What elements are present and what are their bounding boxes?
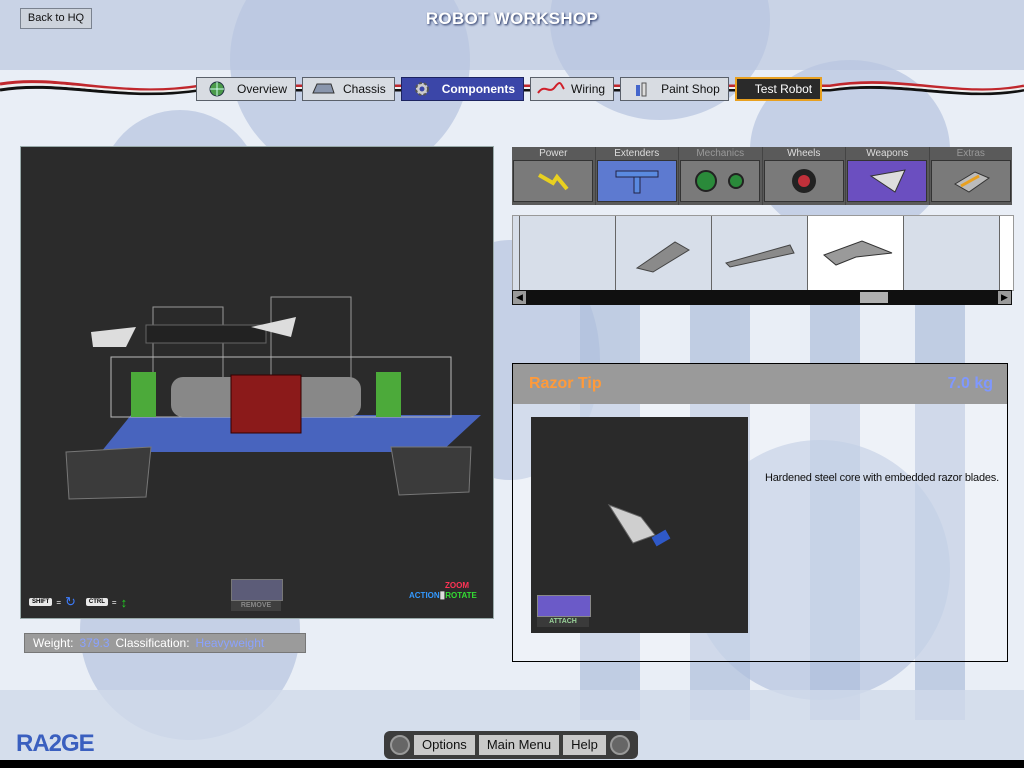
- weight-value: 379.3: [79, 636, 110, 650]
- attach-button[interactable]: ATTACH: [537, 595, 591, 627]
- bottom-strip: [0, 760, 1024, 768]
- weight-label: Weight:: [33, 636, 74, 650]
- lightning-icon: [513, 160, 594, 202]
- shift-eq: =: [56, 597, 62, 607]
- category-weapons-label: Weapons: [866, 148, 909, 159]
- part-name: Razor Tip: [529, 375, 602, 392]
- zoom-label: ZOOM: [445, 581, 469, 590]
- parts-scrollbar[interactable]: ◀ ▶: [512, 290, 1012, 305]
- robot-3d-viewport[interactable]: SHIFT = ↻ CTRL = ↕ REMOVE ZOOM ACTION▮RO…: [20, 146, 494, 619]
- tab-chassis-label: Chassis: [343, 82, 386, 96]
- part-razor-tip[interactable]: [808, 216, 904, 290]
- category-extras-label: Extras: [956, 148, 985, 159]
- help-button[interactable]: Help: [563, 735, 606, 755]
- part-cone-spike[interactable]: [616, 216, 712, 290]
- blade-icon: [847, 160, 928, 202]
- scroll-left-icon[interactable]: ◀: [513, 291, 526, 304]
- vertical-arrow-icon: ↕: [120, 594, 128, 610]
- tab-paint-shop-label: Paint Shop: [661, 82, 720, 96]
- bottom-menu: Options Main Menu Help: [384, 731, 638, 759]
- tab-test-robot[interactable]: Test Robot: [734, 77, 823, 101]
- category-extenders-label: Extenders: [614, 148, 660, 159]
- extras-plate-icon: [930, 160, 1011, 202]
- control-hints: SHIFT = ↻ CTRL = ↕: [29, 594, 127, 610]
- category-weapons[interactable]: Weapons: [846, 147, 930, 205]
- category-power-label: Power: [539, 148, 568, 159]
- tab-chassis[interactable]: Chassis: [302, 77, 395, 101]
- ctrl-key: CTRL: [85, 598, 108, 606]
- tab-overview-label: Overview: [237, 82, 288, 96]
- tab-overview[interactable]: Overview: [196, 77, 297, 101]
- part-slot-empty[interactable]: [904, 216, 1000, 290]
- weight-status-bar: Weight: 379.3 Classification: Heavyweigh…: [24, 633, 306, 653]
- tab-wiring[interactable]: Wiring: [530, 77, 615, 101]
- mouse-legend: ZOOM ACTION▮ROTATE: [409, 581, 477, 601]
- globe-icon: [203, 80, 231, 98]
- category-mechanics[interactable]: Mechanics: [679, 147, 763, 205]
- category-mechanics-label: Mechanics: [696, 148, 745, 159]
- wheel-icon: [763, 160, 844, 202]
- scroll-thumb[interactable]: [860, 292, 888, 303]
- extender-icon: [596, 160, 677, 202]
- detail-header: Razor Tip 7.0 kg: [513, 364, 1007, 404]
- category-wheels[interactable]: Wheels: [763, 147, 846, 205]
- chassis-icon: [309, 80, 337, 98]
- category-extenders[interactable]: Extenders: [596, 147, 679, 205]
- tab-paint-shop[interactable]: Paint Shop: [620, 77, 729, 101]
- page-title: ROBOT WORKSHOP: [425, 9, 599, 28]
- category-extras[interactable]: Extras: [930, 147, 1013, 205]
- hazard-icon: [743, 80, 751, 98]
- workshop-nav: Overview Chassis Components Wiring Paint…: [196, 77, 823, 101]
- remove-button[interactable]: REMOVE: [231, 579, 283, 611]
- part-slot-empty[interactable]: [520, 216, 616, 290]
- component-categories: Power Extenders Mechanics Wheels Weapons…: [512, 147, 1012, 205]
- action-label: ACTION: [409, 591, 440, 600]
- part-weight: 7.0 kg: [947, 375, 993, 392]
- scroll-right-icon[interactable]: ▶: [998, 291, 1011, 304]
- wrench-icon: [537, 595, 591, 617]
- gear-icon: [609, 735, 630, 755]
- options-button[interactable]: Options: [414, 735, 475, 755]
- paint-icon: [627, 80, 655, 98]
- shift-key: SHIFT: [29, 598, 53, 606]
- gear-icon: [390, 735, 410, 755]
- tab-wiring-label: Wiring: [571, 82, 606, 96]
- robot-model: [65, 296, 481, 500]
- category-wheels-label: Wheels: [787, 148, 821, 159]
- gear-icon: [408, 80, 436, 98]
- part-slot: [513, 216, 520, 290]
- classification-label: Classification:: [115, 636, 190, 650]
- part-preview: ATTACH: [531, 417, 748, 633]
- tab-test-robot-label: Test Robot: [754, 82, 813, 96]
- rotate-icon: ↻: [65, 594, 76, 609]
- chain-gear-icon: [680, 160, 761, 202]
- parts-list: [512, 215, 1014, 291]
- wire-icon: [537, 80, 565, 98]
- classification-value: Heavyweight: [195, 636, 265, 650]
- category-power[interactable]: Power: [512, 147, 596, 205]
- component-detail-panel: Razor Tip 7.0 kg ATTACH Hardened steel c…: [512, 363, 1008, 662]
- tab-components[interactable]: Components: [400, 77, 525, 101]
- tab-components-label: Components: [441, 82, 516, 96]
- main-menu-button[interactable]: Main Menu: [478, 735, 560, 755]
- attach-label: ATTACH: [537, 617, 589, 627]
- remove-label: REMOVE: [231, 601, 281, 611]
- part-long-spike[interactable]: [712, 216, 808, 290]
- ctrl-eq: =: [111, 597, 117, 607]
- game-logo: RA2GE: [16, 730, 95, 757]
- part-description: Hardened steel core with embedded razor …: [765, 472, 999, 484]
- rotate-label: ROTATE: [445, 591, 477, 600]
- wrench-icon: [231, 579, 283, 601]
